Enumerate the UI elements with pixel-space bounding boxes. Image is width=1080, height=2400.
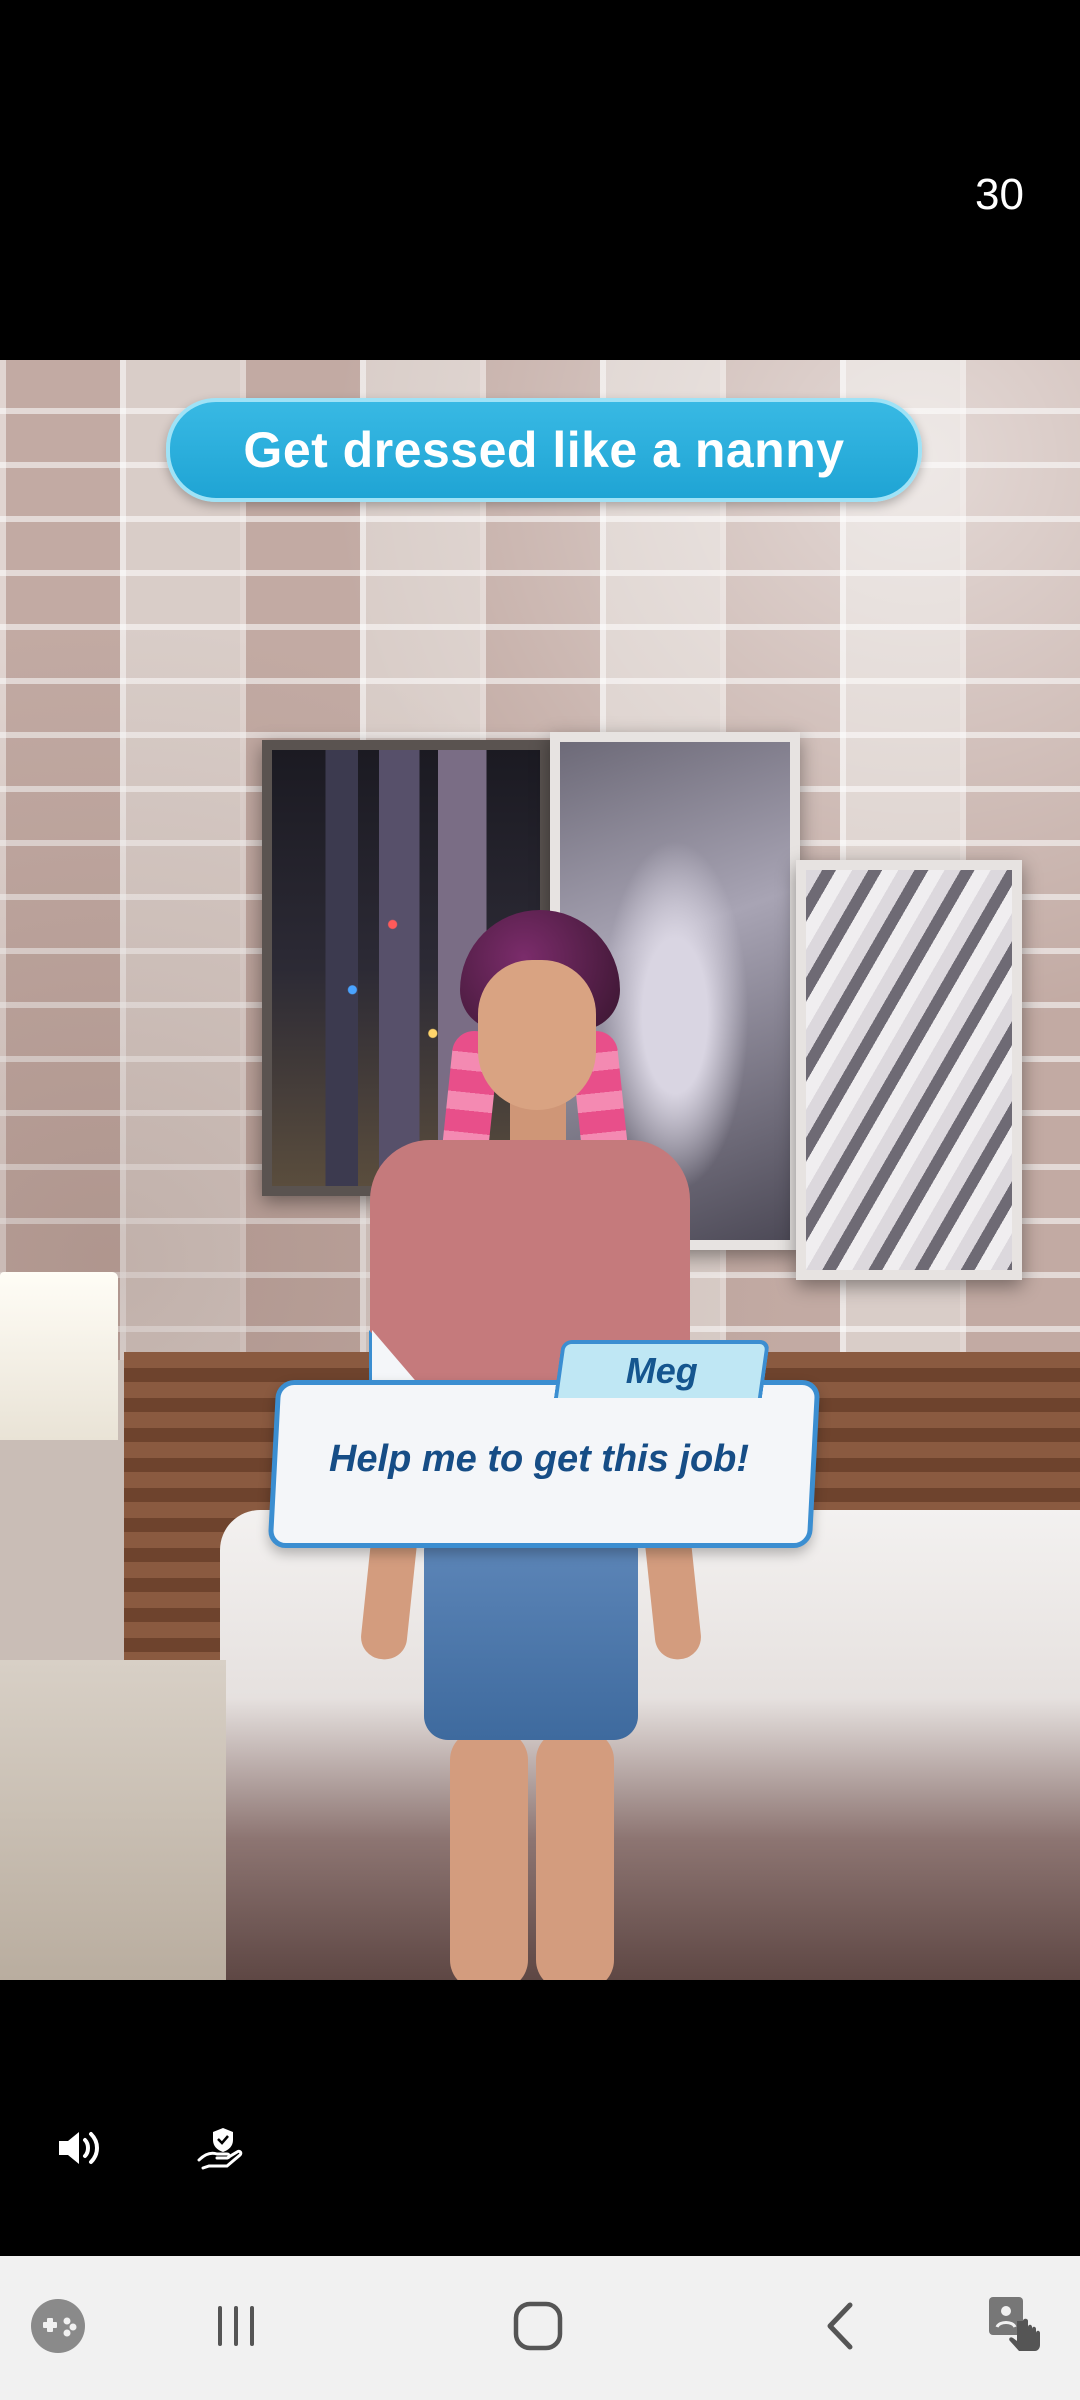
touch-assist-icon [987,2295,1045,2362]
denim-shorts [424,1540,638,1740]
privacy-hand-shield-icon [197,2126,243,2175]
game-controller-icon [29,2297,87,2360]
left-leg [450,1730,528,1980]
privacy-consent-button[interactable] [190,2120,250,2180]
back-chevron-icon [822,2301,858,2356]
touch-assist-button[interactable] [966,2278,1066,2378]
marble-painting [796,860,1022,1280]
back-button[interactable] [790,2278,890,2378]
ad-countdown-timer: 30 [975,170,1024,219]
nightstand [0,1660,226,1980]
face [478,960,596,1110]
dialogue-text: Help me to get this job! [328,1437,750,1480]
speaker-volume-icon [57,2128,103,2173]
recent-apps-button[interactable] [186,2278,286,2378]
home-icon [512,2300,564,2357]
lamp [0,1272,118,1440]
task-banner: Get dressed like a nanny [166,398,922,502]
dialogue-text-wrap: Help me to get this job! [272,1380,806,1538]
game-scene[interactable] [0,360,1080,1980]
sound-toggle-button[interactable] [50,2120,110,2180]
system-navigation-bar [0,2256,1080,2400]
home-button[interactable] [488,2278,588,2378]
game-tools-button[interactable] [8,2278,108,2378]
dialogue-bubble[interactable]: Meg Help me to get this job! [267,1330,821,1548]
recent-apps-icon [212,2304,260,2353]
right-leg [536,1730,614,1980]
task-banner-text: Get dressed like a nanny [243,422,845,478]
